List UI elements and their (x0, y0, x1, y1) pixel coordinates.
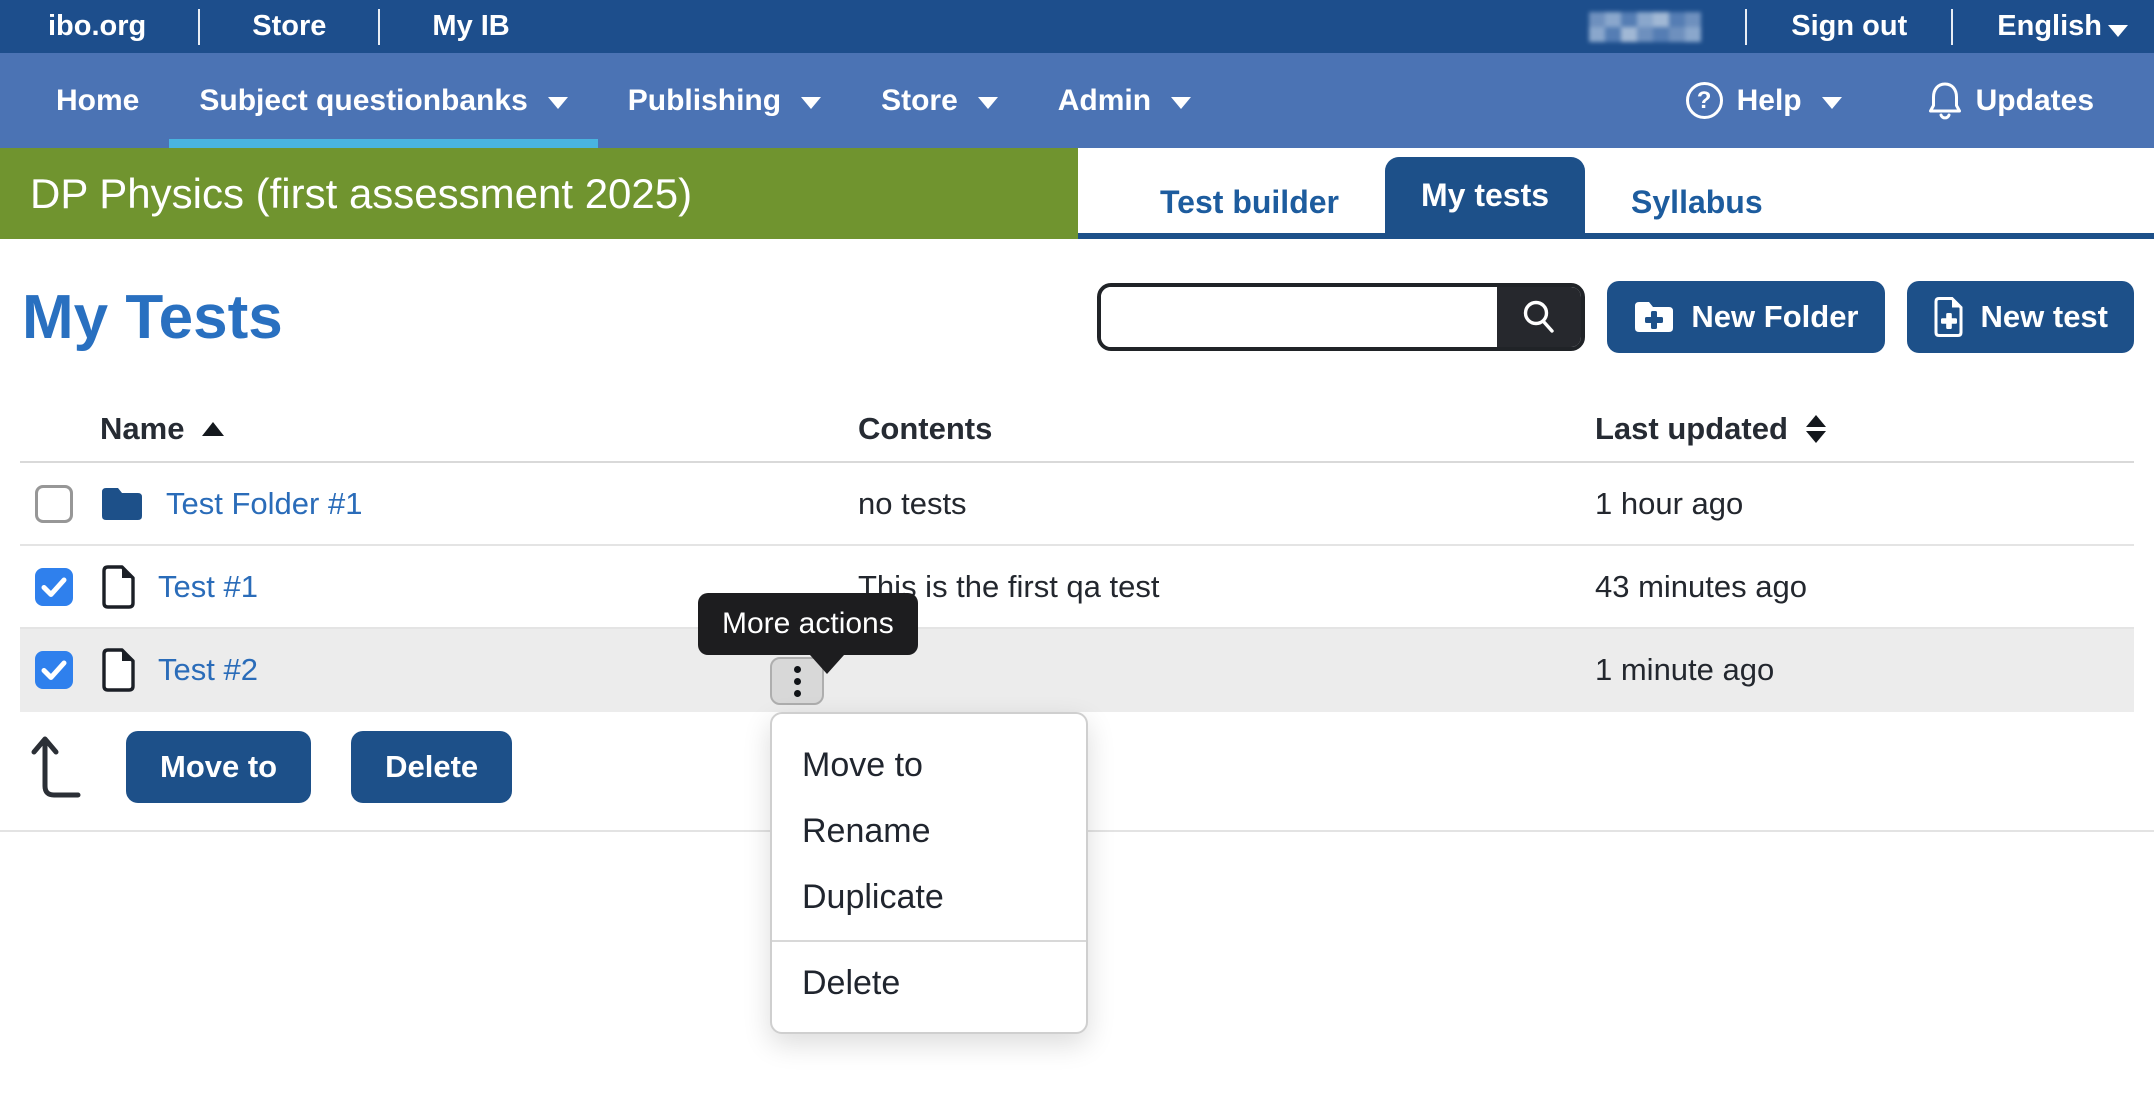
move-to-button[interactable]: Move to (126, 731, 311, 803)
chevron-down-icon (2108, 25, 2128, 37)
chevron-down-icon (978, 97, 998, 109)
updates-label: Updates (1976, 84, 2094, 118)
menu-item-rename[interactable]: Rename (772, 798, 1086, 864)
menu-item-duplicate[interactable]: Duplicate (772, 864, 1086, 930)
nav-label: Publishing (628, 84, 781, 118)
menu-item-move-to[interactable]: Move to (772, 732, 1086, 798)
nav-item-home[interactable]: Home (26, 53, 169, 148)
row-last-updated: 1 minute ago (1595, 652, 2134, 688)
bell-icon (1928, 81, 1962, 121)
document-icon (100, 647, 136, 693)
help-menu[interactable]: ? Help (1656, 53, 1872, 148)
new-folder-label: New Folder (1691, 299, 1858, 335)
header-name-label: Name (100, 411, 184, 447)
kebab-dot (794, 678, 801, 685)
search-button[interactable] (1497, 287, 1581, 347)
sort-both-icon (1806, 415, 1826, 443)
tab-syllabus[interactable]: Syllabus (1595, 171, 1799, 233)
folder-plus-icon (1633, 300, 1675, 334)
chevron-down-icon (548, 97, 568, 109)
chevron-down-icon (1822, 97, 1842, 109)
my-tests-table: Name Contents Last updated Test Folder #… (20, 397, 2134, 712)
help-icon: ? (1686, 82, 1723, 119)
row-checkbox[interactable] (35, 485, 73, 523)
sign-out-link[interactable]: Sign out (1791, 10, 1907, 43)
header-last-updated-label: Last updated (1595, 411, 1788, 447)
nav-label: Admin (1058, 84, 1151, 118)
page-header: My Tests New Folder (0, 239, 2154, 397)
header-contents-label: Contents (858, 411, 1595, 447)
sort-header-last-updated[interactable]: Last updated (1595, 411, 1826, 447)
nav-label: Home (56, 84, 139, 118)
document-icon (100, 564, 136, 610)
table-row: Test Folder #1 no tests 1 hour ago (20, 463, 2134, 546)
table-header-row: Name Contents Last updated (20, 397, 2134, 463)
table-row: Test #1 This is the first qa test 43 min… (20, 546, 2134, 629)
new-test-label: New test (1981, 299, 2108, 335)
nav-item-store[interactable]: Store (851, 53, 1028, 148)
tab-strip: Test builder My tests Syllabus (1078, 148, 2154, 239)
search-icon (1519, 297, 1559, 337)
menu-divider (772, 940, 1086, 942)
help-label: Help (1737, 84, 1802, 118)
topbar-links: ibo.org Store My IB (48, 9, 510, 45)
check-icon (41, 576, 67, 598)
row-contents: This is the first qa test (858, 569, 1595, 605)
test-name-link[interactable]: Test #2 (158, 652, 258, 688)
kebab-dot (794, 690, 801, 697)
row-contents: no tests (858, 486, 1595, 522)
nav-item-admin[interactable]: Admin (1028, 53, 1221, 148)
chevron-down-icon (801, 97, 821, 109)
menu-item-delete[interactable]: Delete (772, 950, 1086, 1016)
search-input[interactable] (1101, 287, 1497, 347)
row-checkbox[interactable] (35, 568, 73, 606)
tab-test-builder[interactable]: Test builder (1124, 171, 1375, 233)
username-blurred (1589, 12, 1701, 42)
document-plus-icon (1933, 296, 1965, 338)
nav-label: Subject questionbanks (199, 84, 527, 118)
divider (198, 9, 200, 45)
move-up-level-icon[interactable] (30, 726, 86, 808)
folder-icon (100, 486, 144, 522)
new-folder-button[interactable]: New Folder (1607, 281, 1884, 353)
subject-band: DP Physics (first assessment 2025) Test … (0, 148, 2154, 239)
test-name-link[interactable]: Test #1 (158, 569, 258, 605)
topbar-link-store[interactable]: Store (252, 10, 326, 43)
main-nav-bar: Home Subject questionbanks Publishing St… (0, 53, 2154, 148)
row-last-updated: 1 hour ago (1595, 486, 2134, 522)
search-group (1097, 283, 1585, 351)
nav-item-subject-questionbanks[interactable]: Subject questionbanks (169, 53, 597, 148)
row-checkbox[interactable] (35, 651, 73, 689)
sort-ascending-icon (202, 422, 224, 436)
more-actions-tooltip: More actions (698, 593, 918, 655)
nav-label: Store (881, 84, 958, 118)
check-icon (41, 659, 67, 681)
sort-header-name[interactable]: Name (100, 411, 224, 447)
divider (1745, 9, 1747, 45)
top-utility-bar: ibo.org Store My IB Sign out English (0, 0, 2154, 53)
kebab-dot (794, 666, 801, 673)
table-row: Test #2 1 minute ago More actions Move t… (20, 629, 2134, 712)
chevron-down-icon (1171, 97, 1191, 109)
delete-button[interactable]: Delete (351, 731, 512, 803)
row-last-updated: 43 minutes ago (1595, 569, 2134, 605)
page-title: My Tests (22, 282, 283, 353)
new-test-button[interactable]: New test (1907, 281, 2134, 353)
folder-name-link[interactable]: Test Folder #1 (166, 486, 362, 522)
nav-item-publishing[interactable]: Publishing (598, 53, 851, 148)
topbar-link-ibo-org[interactable]: ibo.org (48, 10, 146, 43)
language-selector[interactable]: English (1997, 10, 2128, 43)
subject-banner: DP Physics (first assessment 2025) (0, 148, 1078, 239)
subject-title: DP Physics (first assessment 2025) (30, 170, 692, 218)
language-label: English (1997, 10, 2102, 42)
divider (378, 9, 380, 45)
divider (1951, 9, 1953, 45)
topbar-link-my-ib[interactable]: My IB (432, 10, 509, 43)
updates-link[interactable]: Updates (1898, 53, 2124, 148)
more-actions-menu: Move to Rename Duplicate Delete (770, 712, 1088, 1034)
tab-my-tests[interactable]: My tests (1385, 157, 1585, 233)
